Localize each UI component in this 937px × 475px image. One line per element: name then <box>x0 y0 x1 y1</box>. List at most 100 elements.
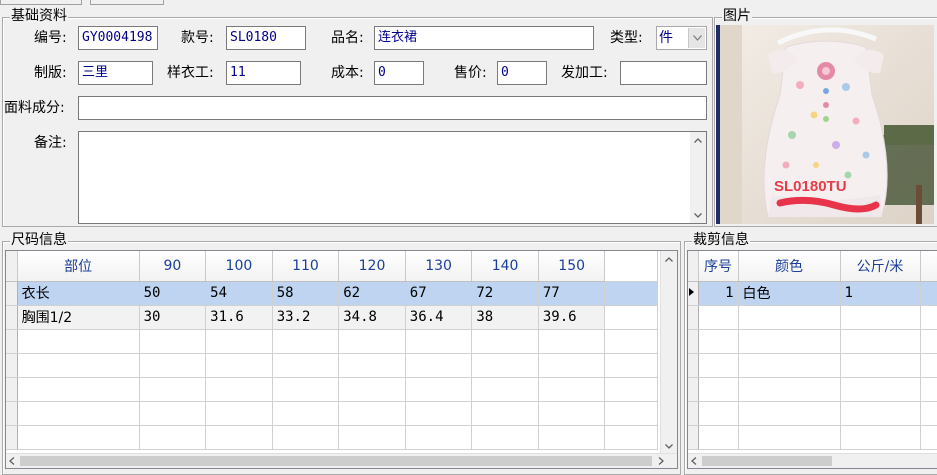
table-cell[interactable]: 72 <box>471 281 539 306</box>
size-info-title: 尺码信息 <box>10 232 68 248</box>
type-select-value: 件 <box>659 30 673 46</box>
table-cell[interactable]: 34.8 <box>338 305 406 330</box>
col-header-150[interactable]: 150 <box>538 251 606 282</box>
style-field[interactable]: SL0180 <box>226 26 306 50</box>
table-row[interactable] <box>688 305 937 330</box>
style-label: 款号: <box>181 30 214 46</box>
table-row[interactable] <box>6 401 658 426</box>
table-cell[interactable]: 1 <box>840 281 921 306</box>
outsource-label: 发加工: <box>561 65 608 81</box>
table-row[interactable] <box>6 329 658 354</box>
size-grid-vscroll[interactable] <box>660 251 677 454</box>
sample-worker-field[interactable]: 11 <box>226 61 301 85</box>
scroll-left-icon[interactable] <box>691 457 697 465</box>
type-select[interactable]: 件 <box>656 26 707 50</box>
tab-remnant-1[interactable] <box>0 0 82 5</box>
row-indicator-header <box>6 251 18 282</box>
table-row[interactable]: 胸围1/2 30 31.6 33.2 34.8 36.4 38 39.6 <box>6 305 658 330</box>
table-cell[interactable]: 54 <box>205 281 273 306</box>
price-field[interactable]: 0 <box>497 61 547 85</box>
pattern-field[interactable]: 三里 <box>78 61 153 85</box>
table-cell[interactable]: 67 <box>405 281 473 306</box>
table-cell[interactable]: 58 <box>272 281 340 306</box>
table-cell[interactable] <box>604 281 658 306</box>
code-field[interactable]: GY0004198 <box>78 26 158 50</box>
table-row[interactable] <box>688 353 937 378</box>
type-label: 类型: <box>610 30 643 46</box>
fabric-label: 面料成分: <box>4 100 65 116</box>
table-cell[interactable] <box>604 305 658 330</box>
scroll-left-icon[interactable] <box>9 457 15 465</box>
cut-header-row: 序号 颜色 公斤/米 <box>688 251 937 282</box>
col-header-kg-per-meter[interactable]: 公斤/米 <box>840 251 921 282</box>
table-row[interactable] <box>6 425 658 450</box>
table-row[interactable]: 1 白色 1 <box>688 281 937 306</box>
hscroll-thumb[interactable] <box>20 456 652 466</box>
dress-photo-image: SL0180TU <box>716 25 934 224</box>
row-indicator[interactable] <box>688 281 699 306</box>
col-header-color[interactable]: 颜色 <box>738 251 841 282</box>
row-indicator[interactable] <box>6 281 18 306</box>
table-row[interactable] <box>6 353 658 378</box>
col-header-part[interactable]: 部位 <box>17 251 140 282</box>
chevron-down-icon <box>692 35 702 41</box>
scroll-up-icon[interactable] <box>661 251 677 267</box>
table-cell[interactable]: 衣长 <box>17 281 140 306</box>
remark-textarea[interactable] <box>78 131 707 224</box>
table-cell[interactable]: 77 <box>538 281 606 306</box>
col-header-90[interactable]: 90 <box>139 251 207 282</box>
table-row[interactable] <box>688 401 937 426</box>
scroll-down-icon[interactable] <box>661 438 677 454</box>
size-grid[interactable]: 部位 90 100 110 120 130 140 150 衣长 50 54 5… <box>5 250 678 469</box>
outsource-field[interactable] <box>620 61 707 85</box>
name-field[interactable]: 连衣裙 <box>374 26 594 50</box>
table-cell[interactable]: 31.6 <box>205 305 273 330</box>
table-cell[interactable]: 33.2 <box>272 305 340 330</box>
table-row[interactable]: 衣长 50 54 58 62 67 72 77 <box>6 281 658 306</box>
row-indicator-header <box>688 251 699 282</box>
table-cell[interactable]: 1 <box>698 281 739 306</box>
col-header-120[interactable]: 120 <box>338 251 406 282</box>
col-header-130[interactable]: 130 <box>405 251 473 282</box>
type-dropdown-button[interactable] <box>688 28 705 48</box>
row-indicator[interactable] <box>6 305 18 330</box>
table-cell[interactable]: 50 <box>139 281 207 306</box>
cut-grid[interactable]: 序号 颜色 公斤/米 1 白色 1 <box>687 250 937 469</box>
table-cell[interactable] <box>920 281 937 306</box>
col-header-cut-off[interactable] <box>920 251 937 282</box>
size-grid-hscroll[interactable] <box>6 453 677 468</box>
scroll-down-icon[interactable] <box>690 207 706 223</box>
remark-scrollbar[interactable] <box>690 132 706 223</box>
col-header-seq[interactable]: 序号 <box>698 251 739 282</box>
col-header-100[interactable]: 100 <box>205 251 273 282</box>
fabric-field[interactable] <box>78 96 707 120</box>
scroll-up-icon[interactable] <box>690 132 706 148</box>
table-cell[interactable]: 白色 <box>738 281 841 306</box>
cut-grid-hscroll[interactable] <box>688 453 937 468</box>
table-cell[interactable]: 36.4 <box>405 305 473 330</box>
cut-table: 序号 颜色 公斤/米 1 白色 1 <box>688 251 937 450</box>
table-cell[interactable]: 胸围1/2 <box>17 305 140 330</box>
price-label: 售价: <box>454 65 487 81</box>
scroll-right-icon[interactable] <box>658 457 664 465</box>
col-header-140[interactable]: 140 <box>471 251 539 282</box>
hscroll-thumb[interactable] <box>702 456 832 466</box>
table-row[interactable] <box>6 377 658 402</box>
table-cell[interactable]: 62 <box>338 281 406 306</box>
sample-worker-label: 样衣工: <box>167 65 214 81</box>
tab-remnant-2[interactable] <box>90 0 164 5</box>
table-cell[interactable]: 39.6 <box>538 305 606 330</box>
pattern-label: 制版: <box>34 65 67 81</box>
table-row[interactable] <box>688 377 937 402</box>
cost-field[interactable]: 0 <box>374 61 424 85</box>
col-header-110[interactable]: 110 <box>272 251 340 282</box>
current-row-arrow-icon <box>689 288 694 296</box>
table-cell[interactable]: 30 <box>139 305 207 330</box>
picture-title: 图片 <box>722 8 752 24</box>
product-photo: SL0180TU <box>716 25 934 224</box>
table-cell[interactable]: 38 <box>471 305 539 330</box>
table-row[interactable] <box>688 425 937 450</box>
col-header-empty <box>604 251 658 282</box>
name-label: 品名: <box>331 30 364 46</box>
table-row[interactable] <box>688 329 937 354</box>
